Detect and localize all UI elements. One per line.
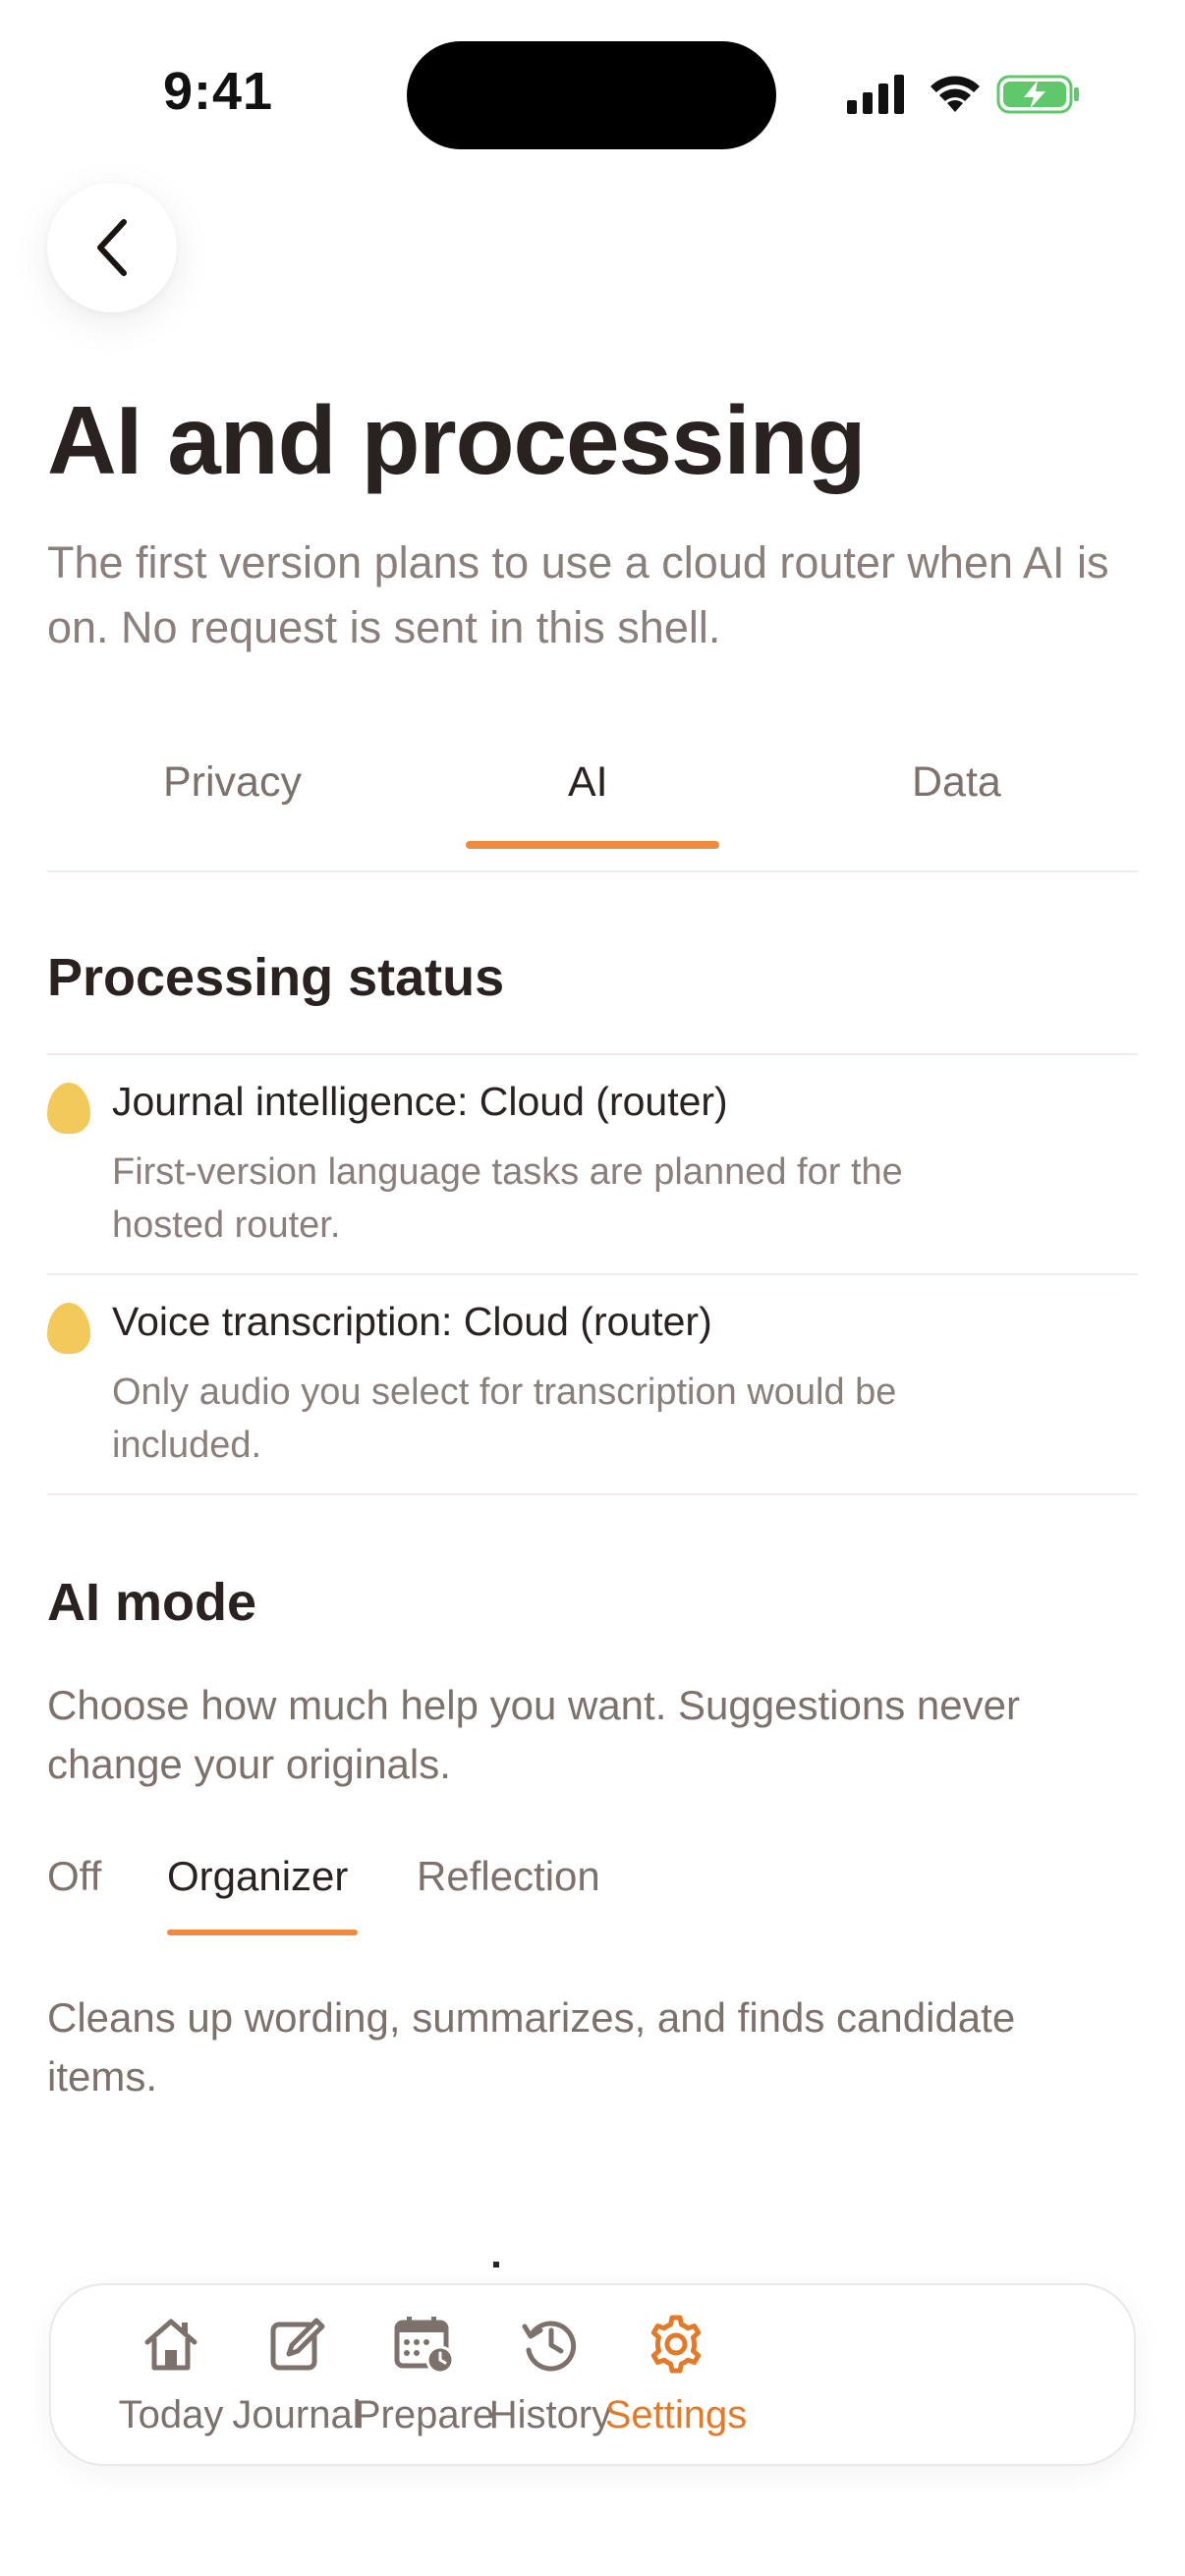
signal-icon bbox=[847, 75, 904, 114]
chevron-left-icon bbox=[97, 219, 127, 276]
tab-ai[interactable]: AI bbox=[568, 758, 608, 807]
active-tab-indicator bbox=[466, 841, 719, 849]
status-row-title: Voice transcription: Cloud (router) bbox=[112, 1299, 712, 1344]
ai-mode-explanation: Cleans up wording, summarizes, and finds… bbox=[47, 1994, 1016, 2100]
calendar-clock-icon bbox=[394, 2317, 455, 2375]
wifi-icon bbox=[931, 76, 980, 112]
history-icon bbox=[522, 2321, 577, 2372]
compose-icon bbox=[270, 2318, 325, 2371]
status-time: 9:41 bbox=[163, 62, 274, 121]
ai-mode-option-organizer[interactable]: Organizer bbox=[167, 1853, 348, 1900]
tab-data[interactable]: Data bbox=[912, 758, 1001, 807]
page-subtitle: The first version plans to use a cloud r… bbox=[47, 537, 1109, 652]
status-bar: 9:41 bbox=[0, 0, 1185, 196]
divider bbox=[47, 1493, 1138, 1495]
home-icon bbox=[144, 2319, 198, 2371]
status-row-voice-transcription: Voice transcription: Cloud (router) Only… bbox=[47, 1299, 1138, 1495]
settings-tabs: Privacy AI Data bbox=[47, 747, 1138, 872]
divider bbox=[47, 1273, 1138, 1275]
page-title: AI and processing bbox=[47, 386, 867, 494]
status-dot-icon bbox=[47, 1303, 90, 1354]
status-dot-icon bbox=[47, 1083, 90, 1134]
gear-icon bbox=[650, 2315, 702, 2374]
ai-mode-option-reflection[interactable]: Reflection bbox=[417, 1853, 600, 1900]
nav-label: Settings bbox=[604, 2393, 748, 2436]
status-row-description: Only audio you select for transcription … bbox=[112, 1372, 897, 1466]
scroll-content-peek bbox=[493, 2262, 499, 2268]
active-mode-indicator bbox=[167, 1930, 358, 1935]
bottom-tab-bar: Today Journal Prepare History Settings bbox=[49, 2283, 1136, 2466]
ai-mode-heading: AI mode bbox=[47, 1573, 257, 1632]
back-button[interactable] bbox=[47, 183, 177, 312]
settings-ai-page: 9:41 AI and processing The first version… bbox=[0, 0, 1185, 2576]
ai-mode-description: Choose how much help you want. Suggestio… bbox=[47, 1682, 1020, 1787]
dynamic-island bbox=[407, 41, 776, 149]
divider bbox=[47, 1053, 1138, 1055]
status-row-description: First-version language tasks are planned… bbox=[112, 1151, 903, 1246]
battery-charging-icon bbox=[996, 75, 1079, 114]
ai-mode-option-off[interactable]: Off bbox=[47, 1853, 101, 1900]
tab-privacy[interactable]: Privacy bbox=[163, 758, 302, 807]
processing-status-heading: Processing status bbox=[47, 948, 505, 1007]
nav-item-settings[interactable]: Settings bbox=[578, 2285, 774, 2468]
status-row-journal-intelligence: Journal intelligence: Cloud (router) Fir… bbox=[47, 1079, 1138, 1275]
status-row-title: Journal intelligence: Cloud (router) bbox=[112, 1079, 728, 1124]
